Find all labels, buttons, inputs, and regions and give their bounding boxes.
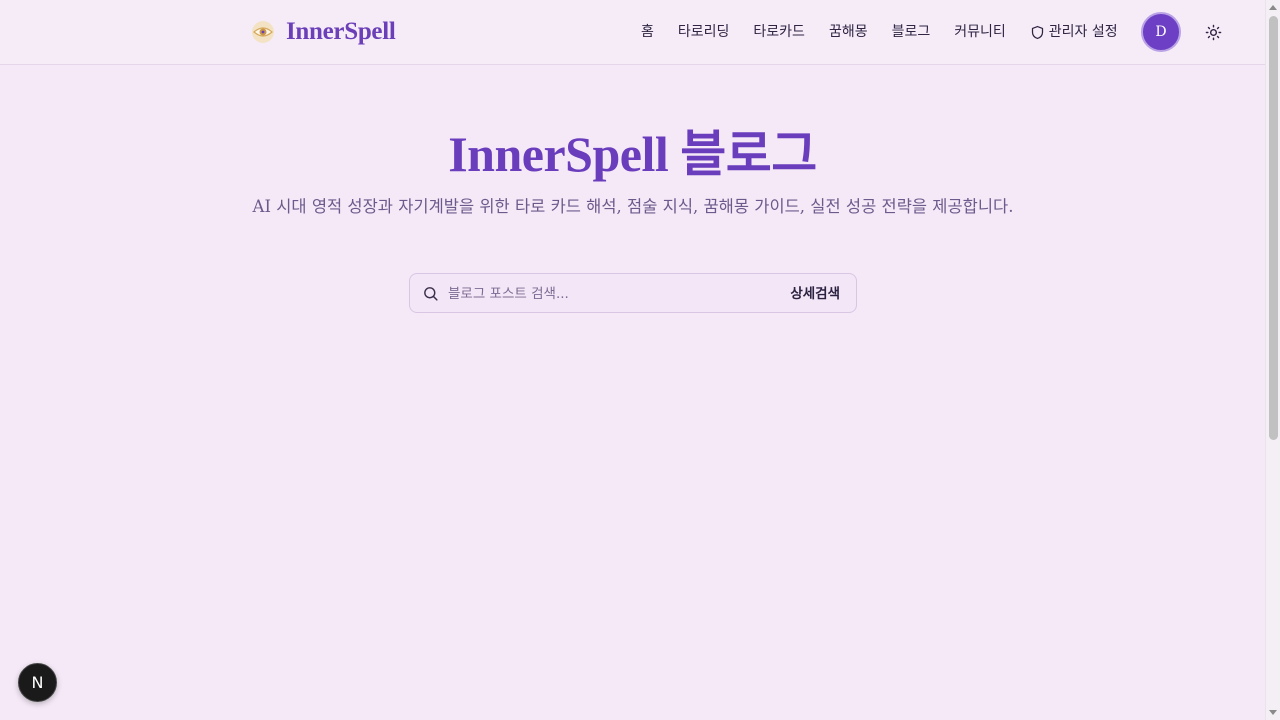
scroll-up-arrow-icon[interactable]	[1269, 5, 1277, 10]
top-header: InnerSpell 홈 타로리딩 타로카드 꿈해몽 블로그 커뮤니티 관리자 …	[0, 0, 1265, 65]
main-nav: 홈 타로리딩 타로카드 꿈해몽 블로그 커뮤니티 관리자 설정	[641, 20, 1118, 44]
nav-item-home[interactable]: 홈	[641, 20, 654, 44]
blog-search-bar: 상세검색	[409, 273, 857, 313]
brand-logo-link[interactable]: InnerSpell	[250, 17, 396, 47]
page-title: InnerSpell 블로그	[448, 126, 817, 182]
nav-item-tarot-reading[interactable]: 타로리딩	[678, 20, 730, 44]
avatar-initial: D	[1155, 24, 1167, 40]
scroll-down-arrow-icon[interactable]	[1269, 710, 1277, 715]
search-icon	[424, 287, 438, 301]
nav-item-admin-label: 관리자 설정	[1048, 24, 1118, 40]
page: InnerSpell 홈 타로리딩 타로카드 꿈해몽 블로그 커뮤니티 관리자 …	[0, 0, 1280, 720]
nav-item-dream-interpretation[interactable]: 꿈해몽	[829, 20, 868, 44]
theme-toggle-button[interactable]	[1201, 20, 1225, 44]
advanced-search-button[interactable]: 상세검색	[790, 283, 840, 305]
shield-icon	[1031, 25, 1043, 39]
nav-item-admin-settings[interactable]: 관리자 설정	[1030, 20, 1118, 44]
sun-icon	[1205, 24, 1221, 40]
blog-search-input[interactable]	[448, 280, 768, 307]
page-subtitle: AI 시대 영적 성장과 자기계발을 위한 타로 카드 해석, 점술 지식, 꿈…	[252, 197, 1014, 216]
page-scrollbar[interactable]	[1265, 0, 1280, 720]
user-avatar-button[interactable]: D	[1141, 12, 1181, 52]
nav-item-blog[interactable]: 블로그	[892, 20, 931, 44]
nextjs-logo-icon: N	[31, 673, 44, 692]
eye-logo-icon	[252, 21, 274, 43]
scrollbar-thumb[interactable]	[1269, 16, 1278, 440]
brand-name: InnerSpell	[286, 18, 396, 45]
nextjs-dev-tools-button[interactable]: N	[18, 663, 57, 702]
nav-item-community[interactable]: 커뮤니티	[954, 20, 1006, 44]
nav-item-tarot-cards[interactable]: 타로카드	[753, 20, 805, 44]
